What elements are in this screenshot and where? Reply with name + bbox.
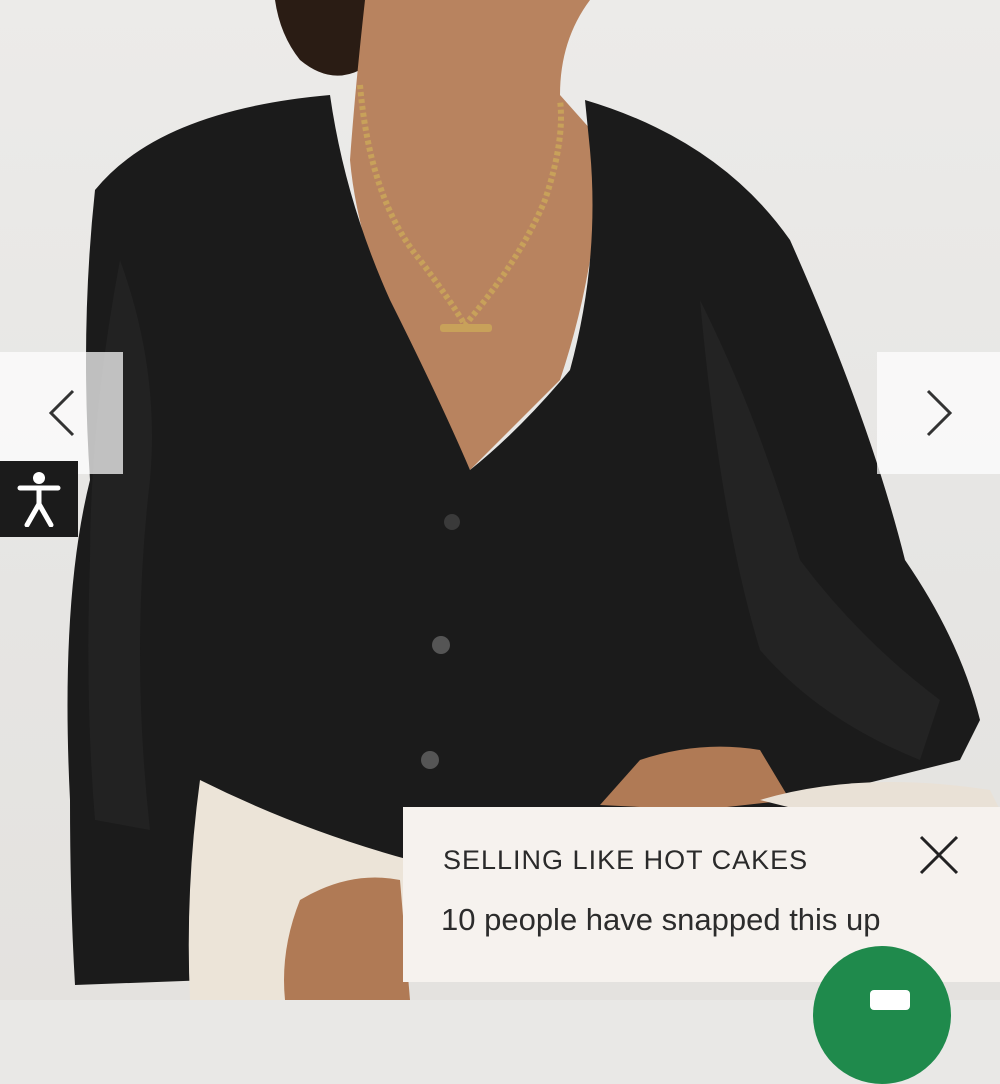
chat-launcher-button[interactable] xyxy=(813,946,951,1084)
toast-message: 10 people have snapped this up xyxy=(441,902,881,937)
accessibility-person-icon xyxy=(17,472,61,527)
accessibility-button[interactable] xyxy=(0,461,78,537)
toast-close-button[interactable] xyxy=(915,831,963,879)
chevron-right-icon xyxy=(926,389,952,437)
close-x-icon xyxy=(919,835,959,875)
previous-image-button[interactable] xyxy=(0,352,123,474)
toast-title: SELLING LIKE HOT CAKES xyxy=(443,845,809,875)
chevron-left-icon xyxy=(48,389,74,437)
chat-bubble-icon xyxy=(870,990,910,1010)
next-image-button[interactable] xyxy=(877,352,1000,474)
